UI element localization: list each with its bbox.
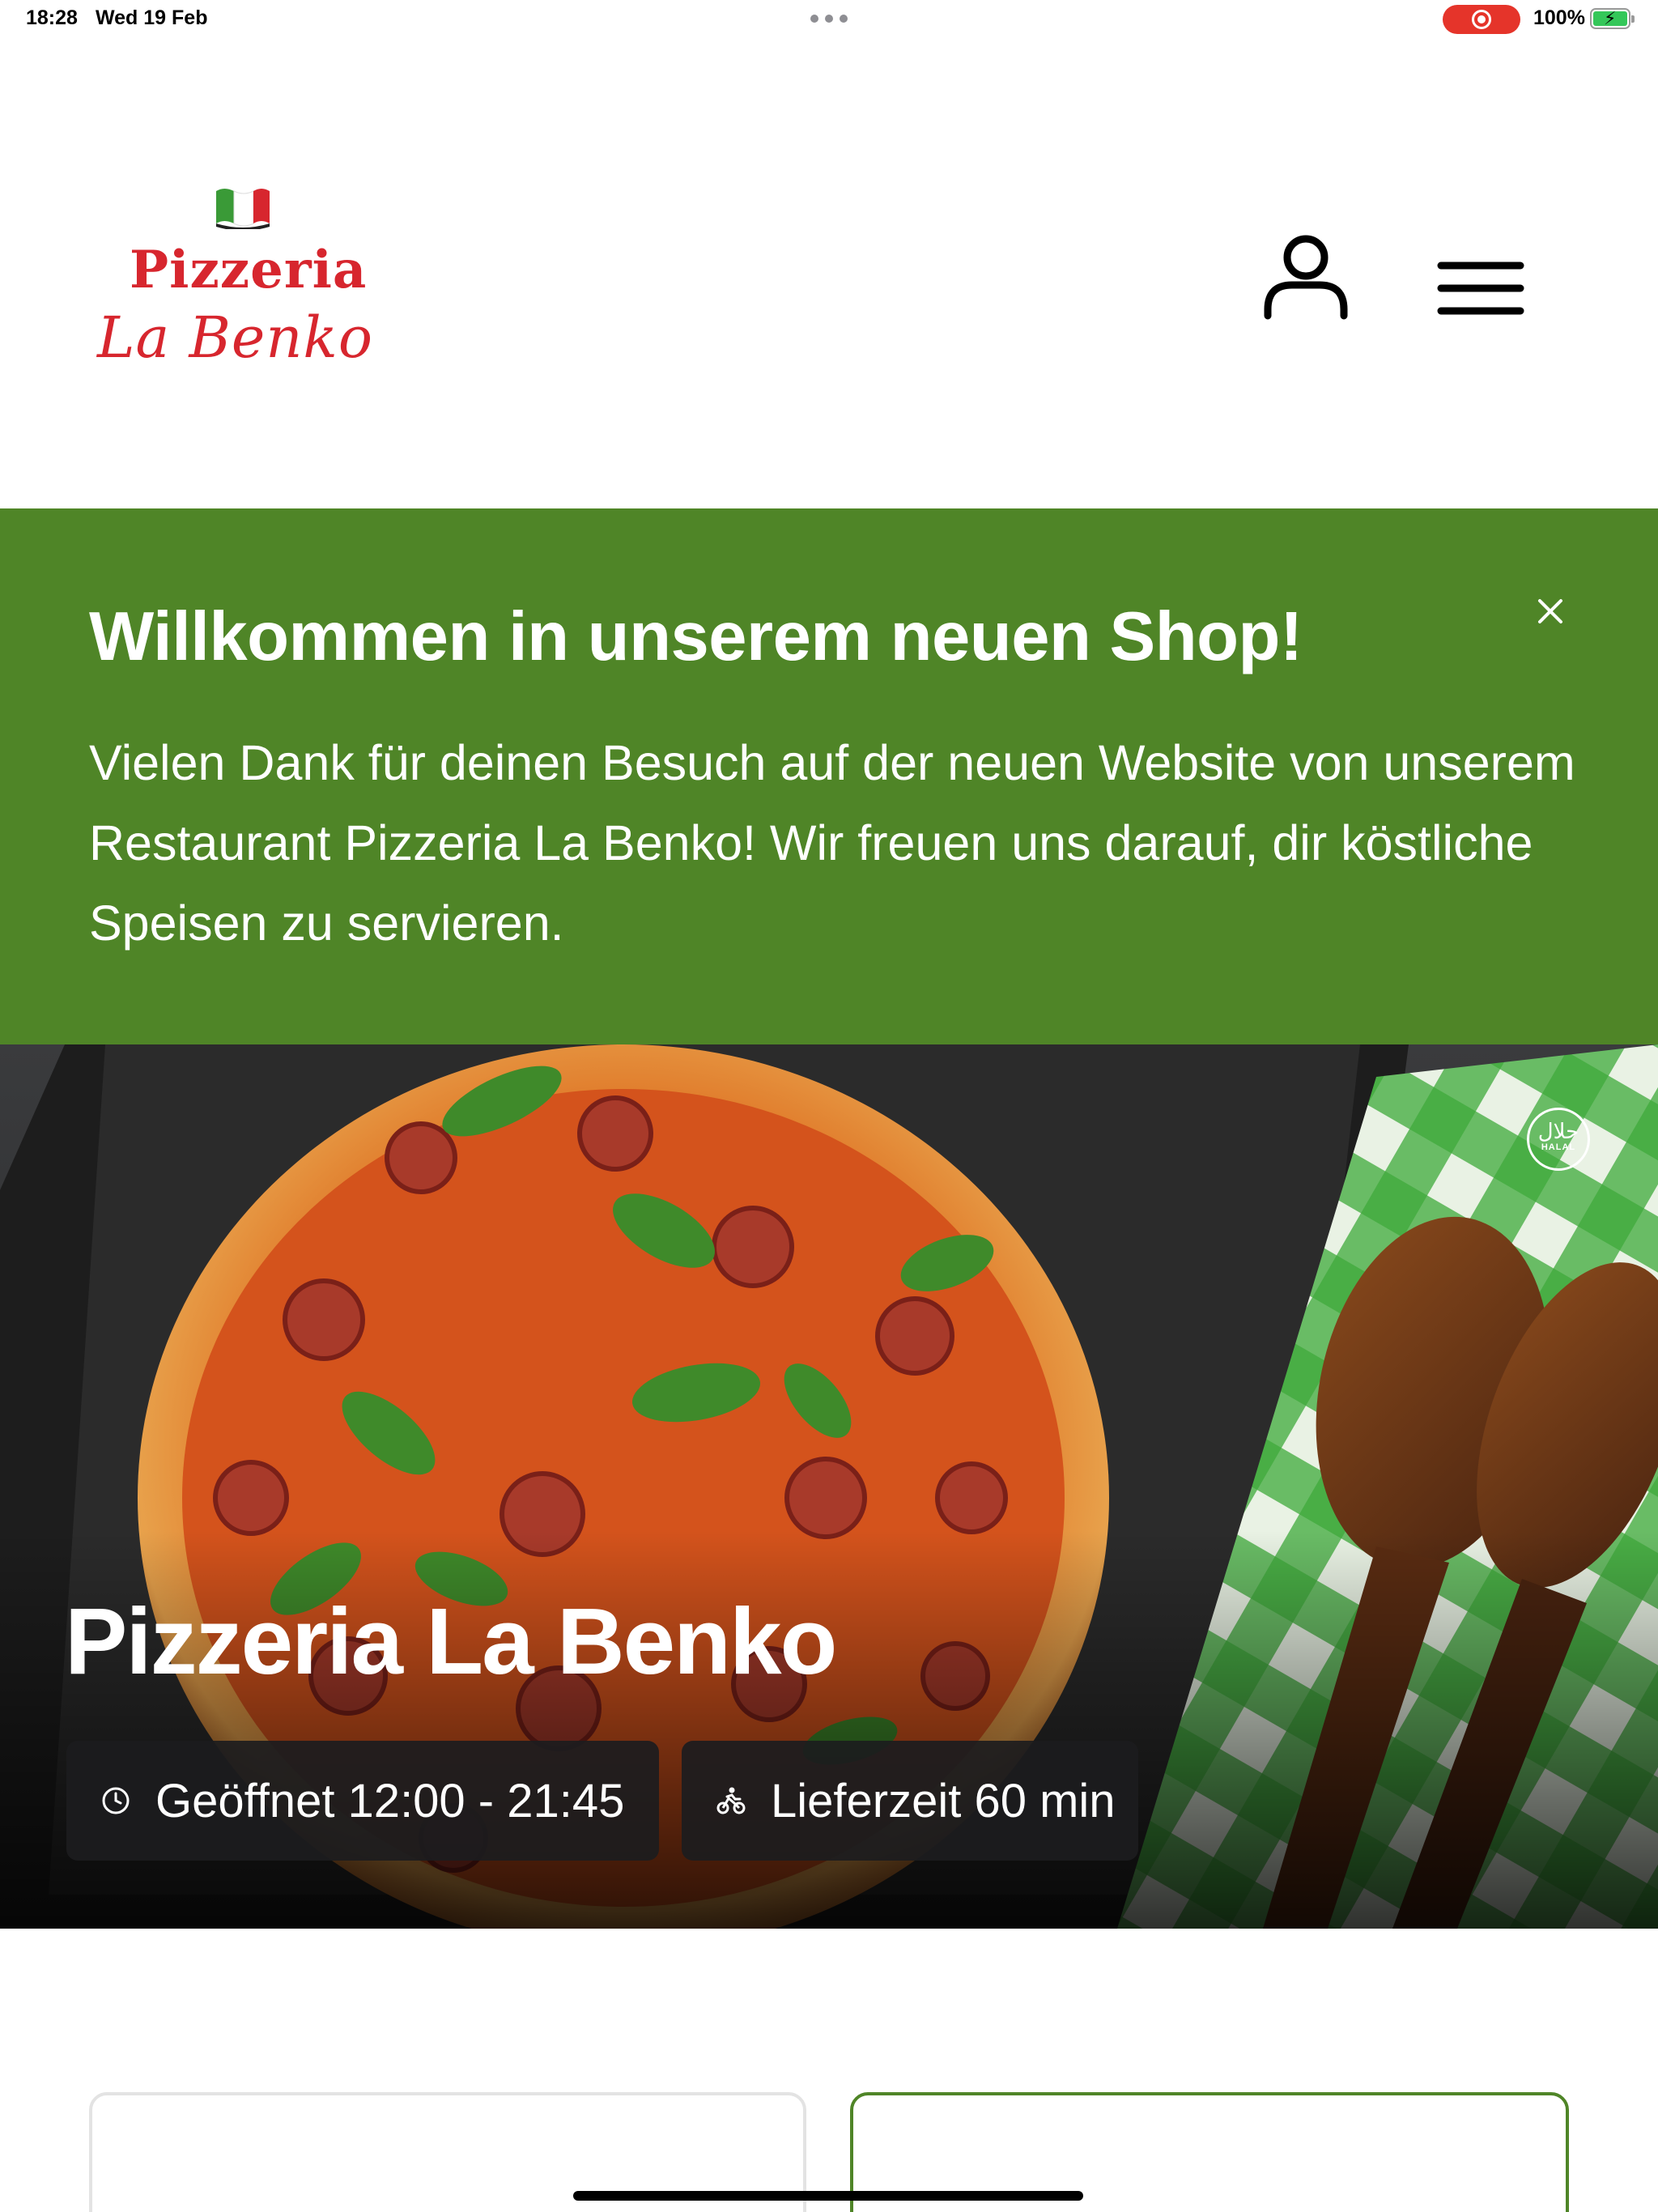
delivery-time-chip[interactable]: Lieferzeit 60 min — [682, 1741, 1138, 1861]
site-header: Pizzeria La Benko — [0, 39, 1658, 508]
banner-title: Willkommen in unserem neuen Shop! — [89, 598, 1303, 675]
restaurant-logo[interactable]: Pizzeria La Benko — [97, 185, 389, 403]
status-bar: 18:28 Wed 19 Feb 100% ⚡ — [0, 0, 1658, 39]
opening-hours-chip[interactable]: Geöffnet 12:00 - 21:45 — [66, 1741, 659, 1861]
battery-percentage: 100% — [1533, 6, 1585, 29]
logo-text-la-benko: La Benko — [97, 304, 373, 371]
close-icon[interactable] — [1532, 593, 1569, 630]
battery-charging-icon: ⚡ — [1590, 8, 1635, 29]
halal-badge-arabic: حلال — [1537, 1119, 1579, 1143]
delivery-bike-icon — [716, 1787, 746, 1814]
status-date: Wed 19 Feb — [96, 6, 208, 29]
user-icon[interactable] — [1255, 225, 1357, 327]
logo-text-pizzeria: Pizzeria — [130, 240, 368, 300]
screen-recording-icon[interactable] — [1443, 5, 1520, 34]
halal-badge-icon: حلال HALAL — [1527, 1108, 1590, 1171]
delivery-time-text: Lieferzeit 60 min — [771, 1774, 1116, 1827]
hamburger-menu-icon[interactable] — [1433, 257, 1530, 338]
status-time: 18:28 — [26, 6, 78, 29]
opening-hours-text: Geöffnet 12:00 - 21:45 — [155, 1774, 625, 1827]
restaurant-name: Pizzeria La Benko — [65, 1589, 837, 1694]
italian-flag-icon — [216, 189, 270, 229]
clock-icon — [102, 1787, 130, 1814]
halal-badge-text: HALAL — [1541, 1142, 1576, 1152]
welcome-banner: Willkommen in unserem neuen Shop! Vielen… — [0, 508, 1658, 1044]
home-indicator[interactable] — [573, 2191, 1083, 2201]
banner-text: Vielen Dank für deinen Besuch auf der ne… — [89, 735, 1575, 951]
hero-section: حلال HALAL Pizzeria La Benko Geöffnet 12… — [0, 1044, 1658, 1929]
multitasking-dots-icon[interactable] — [810, 15, 848, 23]
